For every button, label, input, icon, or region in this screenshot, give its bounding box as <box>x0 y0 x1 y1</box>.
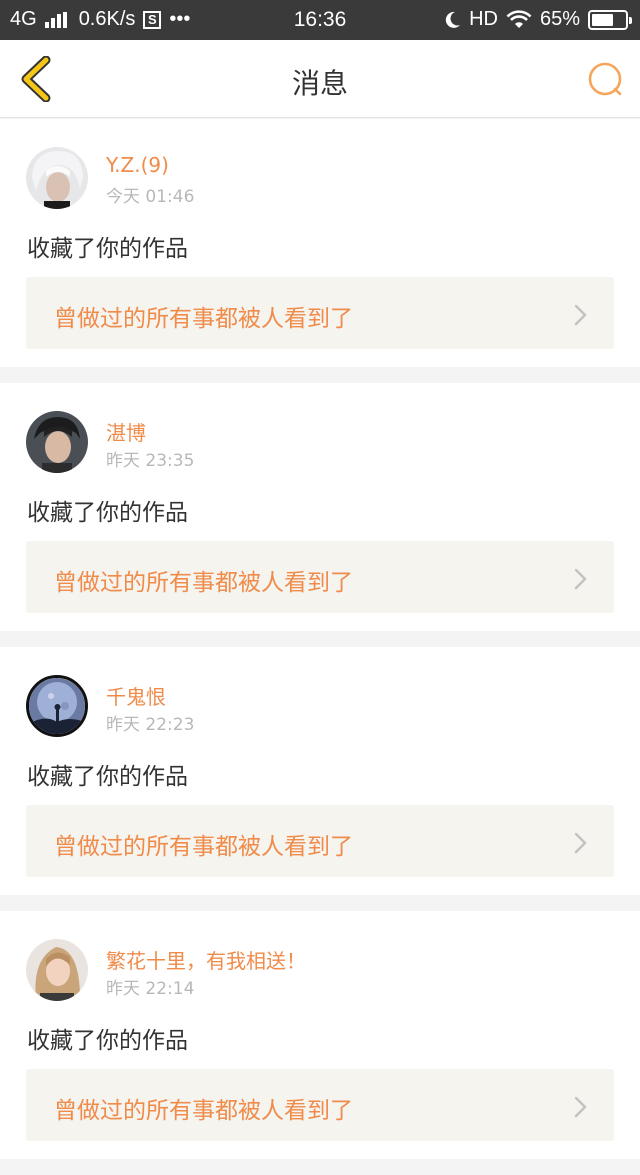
user-name[interactable]: 湛博 <box>106 417 146 446</box>
status-right: HD 65% <box>437 8 632 31</box>
message-time: 今天 01:46 <box>106 187 195 207</box>
avatar[interactable] <box>26 939 88 1001</box>
message-list: Y.Z.(9) 今天 01:46 收藏了你的作品 曾做过的所有事都被人看到了 湛… <box>0 119 640 1175</box>
work-title: 曾做过的所有事都被人看到了 <box>54 834 353 860</box>
battery-icon <box>588 9 632 30</box>
avatar[interactable] <box>26 411 88 473</box>
message-card: 湛博 昨天 23:35 收藏了你的作品 曾做过的所有事都被人看到了 <box>0 383 640 631</box>
battery-percent: 65% <box>539 8 580 30</box>
message-card: 繁花十里，有我相送！ 昨天 22:14 收藏了你的作品 曾做过的所有事都被人看到… <box>0 911 640 1159</box>
work-link[interactable]: 曾做过的所有事都被人看到了 <box>26 277 614 349</box>
page-title: 消息 <box>291 67 348 100</box>
work-title: 曾做过的所有事都被人看到了 <box>54 306 353 332</box>
avatar[interactable] <box>26 147 88 209</box>
work-link[interactable]: 曾做过的所有事都被人看到了 <box>26 541 614 613</box>
avatar[interactable] <box>26 675 88 737</box>
moon-icon <box>445 11 461 28</box>
chevron-right-icon <box>574 304 587 326</box>
work-link[interactable]: 曾做过的所有事都被人看到了 <box>26 1069 614 1141</box>
message-time: 昨天 22:23 <box>106 715 195 735</box>
user-name[interactable]: 繁花十里，有我相送！ <box>106 945 306 974</box>
message-time: 昨天 22:14 <box>106 979 195 999</box>
chevron-right-icon <box>574 1096 587 1118</box>
wifi-icon <box>506 9 532 28</box>
nav-bar: 消息 <box>0 40 640 118</box>
status-bar: 4G 0.6K/s S ••• 16:36 HD 65% <box>0 0 640 40</box>
work-title: 曾做过的所有事都被人看到了 <box>54 570 353 596</box>
hd-label: HD <box>469 8 498 30</box>
message-action: 收藏了你的作品 <box>27 236 188 262</box>
message-card: 千鬼恨 昨天 22:23 收藏了你的作品 曾做过的所有事都被人看到了 <box>0 647 640 895</box>
message-time: 昨天 23:35 <box>106 451 195 471</box>
message-action: 收藏了你的作品 <box>27 500 188 526</box>
work-link[interactable]: 曾做过的所有事都被人看到了 <box>26 805 614 877</box>
user-name[interactable]: 千鬼恨 <box>106 681 166 710</box>
chevron-right-icon <box>574 832 587 854</box>
message-action: 收藏了你的作品 <box>27 1028 188 1054</box>
battery-fill <box>592 13 613 26</box>
user-name[interactable]: Y.Z.(9) <box>106 153 169 177</box>
message-card: Y.Z.(9) 今天 01:46 收藏了你的作品 曾做过的所有事都被人看到了 <box>0 119 640 367</box>
message-action: 收藏了你的作品 <box>27 764 188 790</box>
work-title: 曾做过的所有事都被人看到了 <box>54 1098 353 1124</box>
search-icon[interactable] <box>586 60 626 100</box>
chevron-right-icon <box>574 568 587 590</box>
